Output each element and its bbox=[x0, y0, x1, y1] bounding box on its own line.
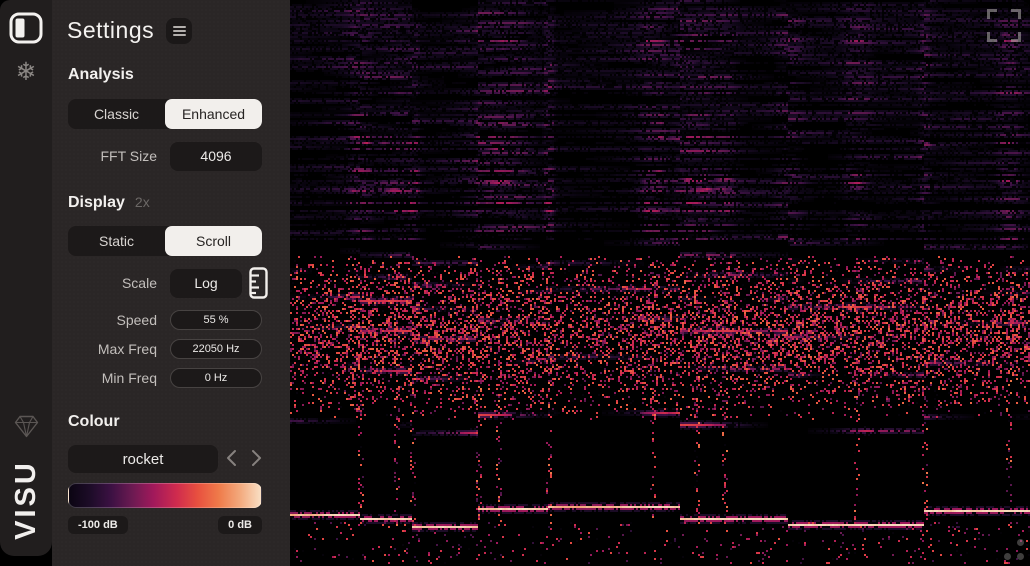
speed-value[interactable]: 55 % bbox=[170, 310, 262, 330]
grip-dot bbox=[1017, 553, 1024, 560]
snowflake-icon[interactable]: ❄ bbox=[11, 56, 41, 88]
min-freq-row: Min Freq 0 Hz bbox=[68, 367, 274, 389]
analysis-mode-enhanced[interactable]: Enhanced bbox=[165, 99, 262, 129]
visu-logo: VISU bbox=[10, 457, 42, 543]
corner-bracket bbox=[987, 9, 997, 19]
resize-grip[interactable] bbox=[1003, 539, 1025, 561]
scale-value-button[interactable]: Log bbox=[170, 269, 242, 298]
chevron-right-icon[interactable] bbox=[246, 447, 266, 471]
hamburger-icon bbox=[173, 26, 186, 28]
scale-label: Scale bbox=[68, 275, 157, 291]
analysis-heading: Analysis bbox=[68, 66, 134, 84]
grip-dot bbox=[1017, 539, 1024, 546]
min-freq-value[interactable]: 0 Hz bbox=[170, 368, 262, 388]
hamburger-menu-button[interactable] bbox=[166, 18, 192, 44]
display-mode-scroll[interactable]: Scroll bbox=[165, 226, 262, 256]
ruler-icon[interactable] bbox=[249, 267, 271, 299]
corner-bracket bbox=[987, 32, 997, 42]
scale-row: Scale Log bbox=[68, 268, 274, 298]
display-heading: Display bbox=[68, 194, 125, 212]
spectrogram-canvas bbox=[290, 0, 1030, 566]
left-rail: ❄ VISU bbox=[0, 0, 52, 556]
display-mode-toggle: Static Scroll bbox=[68, 226, 262, 256]
max-freq-row: Max Freq 22050 Hz bbox=[68, 338, 274, 360]
speed-row: Speed 55 % bbox=[68, 309, 274, 331]
corner-bracket bbox=[1011, 32, 1021, 42]
plugin-window: Settings Analysis Classic Enhanced FFT S… bbox=[0, 0, 1030, 566]
min-freq-label: Min Freq bbox=[68, 370, 157, 386]
palette-select[interactable]: rocket bbox=[68, 445, 218, 473]
max-freq-label: Max Freq bbox=[68, 341, 157, 357]
fullscreen-icon[interactable] bbox=[987, 9, 1021, 42]
spectrogram-display bbox=[290, 0, 1030, 566]
speed-label: Speed bbox=[68, 312, 157, 328]
fft-size-row: FFT Size 4096 bbox=[68, 141, 274, 171]
fft-size-value[interactable]: 4096 bbox=[170, 142, 262, 171]
page-title: Settings bbox=[67, 17, 154, 44]
range-min-badge[interactable]: -100 dB bbox=[68, 516, 128, 534]
corner-bracket bbox=[1011, 9, 1021, 19]
max-freq-value[interactable]: 22050 Hz bbox=[170, 339, 262, 359]
sidebar-toggle-icon[interactable] bbox=[9, 12, 43, 44]
colormap-gradient-bar bbox=[68, 483, 262, 508]
display-mode-static[interactable]: Static bbox=[68, 226, 165, 256]
analysis-mode-classic[interactable]: Classic bbox=[68, 99, 165, 129]
settings-panel: Settings Analysis Classic Enhanced FFT S… bbox=[52, 0, 290, 566]
zoom-badge: 2x bbox=[135, 194, 150, 210]
display-heading-row: Display 2x bbox=[68, 194, 150, 212]
colour-heading: Colour bbox=[68, 413, 120, 431]
chevron-left-icon[interactable] bbox=[222, 447, 242, 471]
range-max-badge[interactable]: 0 dB bbox=[218, 516, 262, 534]
fft-size-label: FFT Size bbox=[68, 148, 157, 164]
analysis-mode-toggle: Classic Enhanced bbox=[68, 99, 262, 129]
gem-icon[interactable] bbox=[13, 413, 39, 439]
grip-dot bbox=[1004, 553, 1011, 560]
